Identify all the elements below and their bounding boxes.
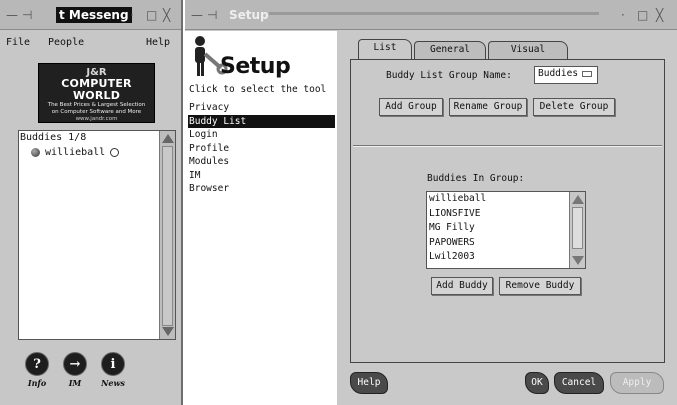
scroll-down-icon[interactable] bbox=[572, 256, 584, 265]
news-button[interactable]: i News bbox=[98, 352, 128, 388]
titlebar-stripe bbox=[269, 12, 599, 15]
pin-icon[interactable]: ⊣ bbox=[22, 8, 32, 22]
ok-button[interactable]: OK bbox=[525, 372, 549, 394]
window-menu-icon[interactable]: — bbox=[191, 8, 203, 22]
menu-file[interactable]: File bbox=[6, 37, 30, 48]
setup-window: — ⊣ Setup · □ ╳ Setup Click to select th… bbox=[185, 0, 677, 405]
rename-group-button[interactable]: Rename Group bbox=[449, 98, 527, 116]
scroll-thumb[interactable] bbox=[162, 146, 173, 326]
setup-content: List General Visual Buddy List Group Nam… bbox=[340, 31, 677, 405]
buddies-in-group-label: Buddies In Group: bbox=[427, 173, 525, 184]
ad-banner[interactable]: J&R COMPUTER WORLD The Best Prices & Lar… bbox=[38, 63, 155, 123]
nav-item-buddy-list[interactable]: Buddy List bbox=[188, 114, 335, 128]
ad-brand-main: COMPUTER WORLD bbox=[61, 77, 132, 102]
minimize-icon[interactable]: · bbox=[621, 8, 625, 22]
setup-titlebar[interactable]: — ⊣ Setup · □ ╳ bbox=[185, 0, 677, 30]
setup-title: Setup bbox=[229, 8, 269, 22]
list-item[interactable]: PAPOWERS bbox=[427, 236, 585, 251]
tab-list[interactable]: List bbox=[358, 39, 412, 59]
im-icon: → bbox=[63, 352, 87, 376]
maximize-icon[interactable]: □ bbox=[637, 8, 648, 22]
window-menu-icon[interactable]: — bbox=[6, 8, 18, 22]
scroll-down-icon[interactable] bbox=[162, 327, 174, 336]
buddy-list-scrollbar[interactable] bbox=[159, 131, 175, 339]
nav-item-im[interactable]: IM bbox=[188, 169, 335, 183]
scroll-up-icon[interactable] bbox=[162, 134, 174, 143]
separator bbox=[353, 145, 662, 147]
nav-item-login[interactable]: Login bbox=[188, 128, 335, 142]
nav-item-modules[interactable]: Modules bbox=[188, 155, 335, 169]
group-name-value: Buddies bbox=[538, 68, 579, 79]
dropdown-icon[interactable] bbox=[582, 70, 593, 77]
tab-panel-list: Buddy List Group Name: Buddies Add Group… bbox=[350, 59, 665, 363]
scroll-thumb[interactable] bbox=[572, 207, 583, 249]
group-name-field[interactable]: Buddies bbox=[534, 66, 598, 84]
list-item[interactable]: willieball bbox=[427, 192, 585, 207]
ad-url: www.jandr.com bbox=[75, 116, 118, 122]
nav-item-profile[interactable]: Profile bbox=[188, 142, 335, 156]
remove-buddy-button[interactable]: Remove Buddy bbox=[499, 277, 581, 295]
add-buddy-button[interactable]: Add Buddy bbox=[431, 277, 493, 295]
nav-item-browser[interactable]: Browser bbox=[188, 182, 335, 196]
list-item[interactable]: Lwil2003 bbox=[427, 250, 585, 265]
info-label: Info bbox=[27, 378, 47, 388]
add-group-button[interactable]: Add Group bbox=[379, 98, 443, 116]
help-button[interactable]: Help bbox=[350, 372, 388, 394]
buddy-group-header[interactable]: Buddies 1/8 bbox=[20, 132, 86, 143]
im-button[interactable]: → IM bbox=[60, 352, 90, 388]
buddy-status-icon bbox=[110, 148, 120, 157]
messenger-titlebar[interactable]: — ⊣ t Messeng · □ ╳ bbox=[0, 0, 181, 30]
info-button[interactable]: ? Info bbox=[22, 352, 52, 388]
setup-logo: Setup bbox=[191, 34, 331, 82]
im-label: IM bbox=[68, 378, 82, 388]
list-item[interactable]: MG Filly bbox=[427, 221, 585, 236]
menu-help[interactable]: Help bbox=[146, 37, 170, 48]
close-icon[interactable]: ╳ bbox=[656, 8, 663, 22]
buddy-list-panel: Buddies 1/8 willieball bbox=[18, 130, 176, 340]
nav-list: Privacy Buddy List Login Profile Modules… bbox=[188, 101, 335, 196]
buddy-name: willieball bbox=[45, 147, 106, 158]
news-label: News bbox=[101, 378, 125, 388]
delete-group-button[interactable]: Delete Group bbox=[533, 98, 615, 116]
apply-button[interactable]: Apply bbox=[610, 372, 664, 394]
tab-general[interactable]: General bbox=[414, 41, 486, 59]
messenger-menubar: File People Help bbox=[0, 33, 181, 53]
setup-nav: Setup Click to select the tool Privacy B… bbox=[185, 31, 337, 405]
minimize-icon[interactable]: · bbox=[130, 8, 134, 22]
pin-icon[interactable]: ⊣ bbox=[207, 8, 217, 22]
buddy-list-item[interactable]: willieball bbox=[31, 147, 120, 158]
buddies-scrollbar[interactable] bbox=[569, 192, 585, 268]
messenger-title: t Messeng bbox=[56, 7, 132, 23]
group-name-label: Buddy List Group Name: bbox=[386, 70, 512, 81]
maximize-icon[interactable]: □ bbox=[146, 8, 157, 22]
cancel-button[interactable]: Cancel bbox=[554, 372, 604, 394]
info-icon: ? bbox=[25, 352, 49, 376]
menu-people[interactable]: People bbox=[48, 37, 84, 48]
setup-logo-text: Setup bbox=[220, 54, 291, 79]
nav-hint: Click to select the tool bbox=[189, 84, 327, 95]
list-item[interactable]: LIONSFIVE bbox=[427, 207, 585, 222]
messenger-window: — ⊣ t Messeng · □ ╳ File People Help J&R… bbox=[0, 0, 183, 405]
news-icon: i bbox=[101, 352, 125, 376]
ad-tagline-1: The Best Prices & Largest Selection bbox=[47, 102, 146, 108]
buddies-listbox[interactable]: willieball LIONSFIVE MG Filly PAPOWERS L… bbox=[426, 191, 586, 269]
tab-visual[interactable]: Visual bbox=[488, 41, 568, 59]
buddy-online-icon bbox=[31, 148, 40, 157]
close-icon[interactable]: ╳ bbox=[163, 8, 170, 22]
nav-item-privacy[interactable]: Privacy bbox=[188, 101, 335, 115]
ad-tagline-2: on Computer Software and More bbox=[51, 109, 142, 115]
scroll-up-icon[interactable] bbox=[572, 195, 584, 204]
